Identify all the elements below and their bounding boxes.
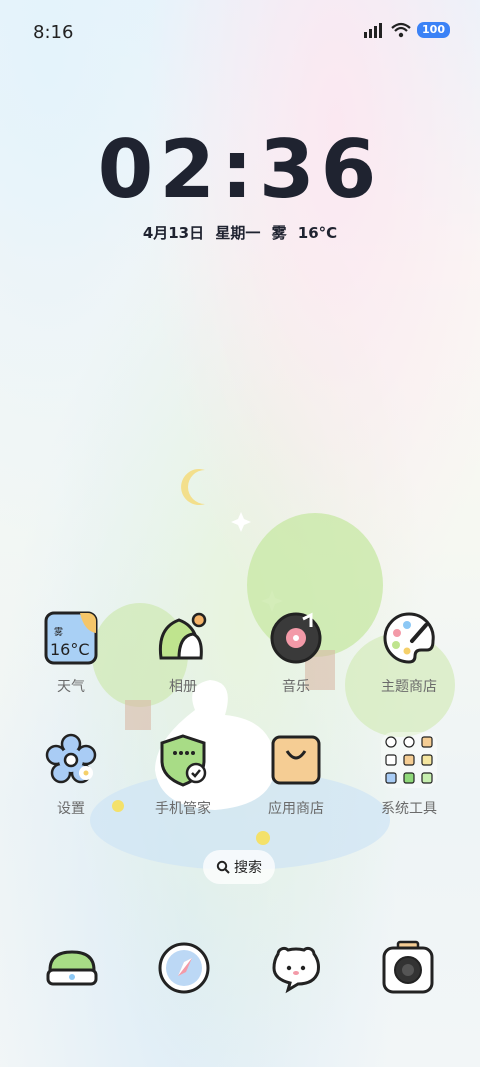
app-settings[interactable]: 设置: [16, 732, 126, 818]
app-label: 手机管家: [155, 801, 211, 817]
app-label: 音乐: [282, 679, 310, 695]
palette-icon: [381, 610, 437, 666]
search-button[interactable]: 搜索: [203, 850, 275, 884]
sparkle-icon: [231, 512, 251, 532]
dock-phone[interactable]: [44, 940, 100, 996]
dock-camera[interactable]: [380, 940, 436, 996]
status-time: 8:16: [33, 22, 74, 43]
status-icons: 100: [363, 22, 450, 38]
folder-icon: [381, 732, 437, 788]
moon-icon: [181, 469, 205, 505]
tree-trunk: [125, 700, 151, 730]
app-label: 系统工具: [381, 801, 437, 817]
shopping-bag-icon: [268, 732, 324, 788]
music-icon: [268, 610, 324, 666]
search-icon: [216, 860, 230, 874]
app-weather[interactable]: 雾 16°C 天气: [16, 610, 126, 696]
gallery-icon: [155, 610, 211, 666]
weather-icon: 雾 16°C: [43, 610, 99, 666]
app-phone-manager[interactable]: 手机管家: [128, 732, 238, 818]
clock-time: 02:36: [97, 123, 383, 216]
settings-flower-icon: [43, 732, 99, 788]
battery-indicator: 100: [417, 22, 450, 38]
app-gallery[interactable]: 相册: [128, 610, 238, 696]
signal-icon: [364, 23, 383, 38]
app-system-tools-folder[interactable]: 系统工具: [354, 732, 464, 818]
phone-icon: [46, 950, 98, 986]
app-label: 天气: [57, 679, 85, 695]
app-music[interactable]: 音乐: [241, 610, 351, 696]
status-bar: 8:16 100: [0, 0, 480, 68]
shield-icon: [155, 732, 211, 788]
search-label: 搜索: [234, 860, 262, 876]
clock-widget[interactable]: 02:36 4月13日 星期一 雾 16°C: [0, 130, 480, 243]
wifi-icon: [391, 22, 411, 38]
bear-chat-icon: [272, 946, 320, 994]
app-label: 应用商店: [268, 801, 324, 817]
weather-icon-temp: 16°C: [50, 640, 90, 659]
app-app-store[interactable]: 应用商店: [241, 732, 351, 818]
app-label: 相册: [169, 679, 197, 695]
dock-browser[interactable]: [156, 940, 212, 996]
app-label: 主题商店: [381, 679, 437, 695]
compass-icon: [158, 942, 210, 994]
dock-messages[interactable]: [268, 940, 324, 996]
camera-icon: [382, 940, 434, 994]
app-label: 设置: [57, 801, 85, 817]
weather-icon-condition: 雾: [54, 627, 63, 638]
flower: [256, 831, 270, 845]
app-theme-store[interactable]: 主题商店: [354, 610, 464, 696]
clock-date: 4月13日 星期一 雾 16°C: [142, 224, 338, 242]
